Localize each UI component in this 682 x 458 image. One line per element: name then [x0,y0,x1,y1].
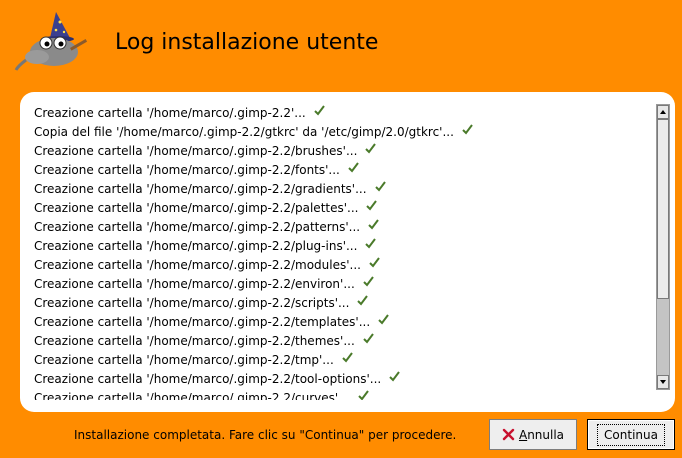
log-line-text: Creazione cartella '/home/marco/.gimp-2.… [34,220,361,234]
log-line-text: Creazione cartella '/home/marco/.gimp-2.… [34,163,340,177]
check-icon [366,200,378,211]
log-line: Creazione cartella '/home/marco/.gimp-2.… [34,237,654,256]
log-line: Creazione cartella '/home/marco/.gimp-2.… [34,351,654,370]
log-line-text: Creazione cartella '/home/marco/.gimp-2.… [34,201,359,215]
cancel-mnemonic: A [518,427,528,442]
check-icon [368,219,379,230]
log-line-text: Creazione cartella '/home/marco/.gimp-2.… [34,106,306,120]
check-icon [342,352,353,363]
log-line: Creazione cartella '/home/marco/.gimp-2.… [34,294,654,313]
check-icon [365,143,377,154]
log-scrollbar[interactable] [656,104,670,390]
scroll-down-button[interactable] [657,375,669,389]
log-line-text: Creazione cartella '/home/marco/.gimp-2.… [34,372,382,386]
cancel-button[interactable]: Annulla [489,419,577,450]
log-line: Creazione cartella '/home/marco/.gimp-2.… [34,218,654,237]
check-icon [363,276,374,287]
log-line: Creazione cartella '/home/marco/.gimp-2.… [34,332,654,351]
log-line-text: Creazione cartella '/home/marco/.gimp-2.… [34,182,367,196]
log-line-text: Creazione cartella '/home/marco/.gimp-2.… [34,315,371,329]
scroll-thumb[interactable] [657,119,669,299]
log-line-text: Creazione cartella '/home/marco/.gimp-2.… [34,239,358,253]
log-line: Creazione cartella '/home/marco/.gimp-2.… [34,199,654,218]
check-icon [389,371,401,382]
scroll-up-button[interactable] [657,105,669,119]
check-icon [369,257,380,268]
check-icon [357,390,369,400]
check-icon [313,105,325,116]
log-list: Creazione cartella '/home/marco/.gimp-2.… [34,104,654,400]
check-icon [365,238,377,249]
log-line-text: Creazione cartella '/home/marco/.gimp-2.… [34,258,361,272]
continue-button[interactable]: Continua [587,419,675,450]
log-line: Creazione cartella '/home/marco/.gimp-2.… [34,104,654,123]
log-line-text: Creazione cartella '/home/marco/.gimp-2.… [34,391,350,400]
log-line: Creazione cartella '/home/marco/.gimp-2.… [34,161,654,180]
log-line-text: Copia del file '/home/marco/.gimp-2.2/gt… [34,125,454,139]
check-icon [357,295,369,306]
check-icon [374,181,386,192]
check-icon [462,124,473,135]
log-line: Creazione cartella '/home/marco/.gimp-2.… [34,180,654,199]
log-line: Creazione cartella '/home/marco/.gimp-2.… [34,142,654,161]
cancel-label: nnulla [527,427,565,442]
continue-label: Continua [597,423,665,446]
log-line-text: Creazione cartella '/home/marco/.gimp-2.… [34,334,355,348]
log-line-text: Creazione cartella '/home/marco/.gimp-2.… [34,144,358,158]
log-line: Creazione cartella '/home/marco/.gimp-2.… [34,389,654,400]
log-line-text: Creazione cartella '/home/marco/.gimp-2.… [34,277,355,291]
check-icon [348,162,359,173]
log-line: Creazione cartella '/home/marco/.gimp-2.… [34,370,654,389]
dialog-title: Log installazione utente [115,30,379,55]
check-icon [378,314,389,325]
gimp-mascot-icon [14,12,88,71]
log-line: Creazione cartella '/home/marco/.gimp-2.… [34,275,654,294]
log-line: Creazione cartella '/home/marco/.gimp-2.… [34,256,654,275]
log-line-text: Creazione cartella '/home/marco/.gimp-2.… [34,296,350,310]
log-line-text: Creazione cartella '/home/marco/.gimp-2.… [34,353,334,367]
log-line: Copia del file '/home/marco/.gimp-2.2/gt… [34,123,654,142]
status-message: Installazione completata. Fare clic su "… [74,428,457,442]
log-panel: Creazione cartella '/home/marco/.gimp-2.… [20,92,675,412]
check-icon [363,333,374,344]
log-line: Creazione cartella '/home/marco/.gimp-2.… [34,313,654,332]
cancel-icon [502,428,515,441]
